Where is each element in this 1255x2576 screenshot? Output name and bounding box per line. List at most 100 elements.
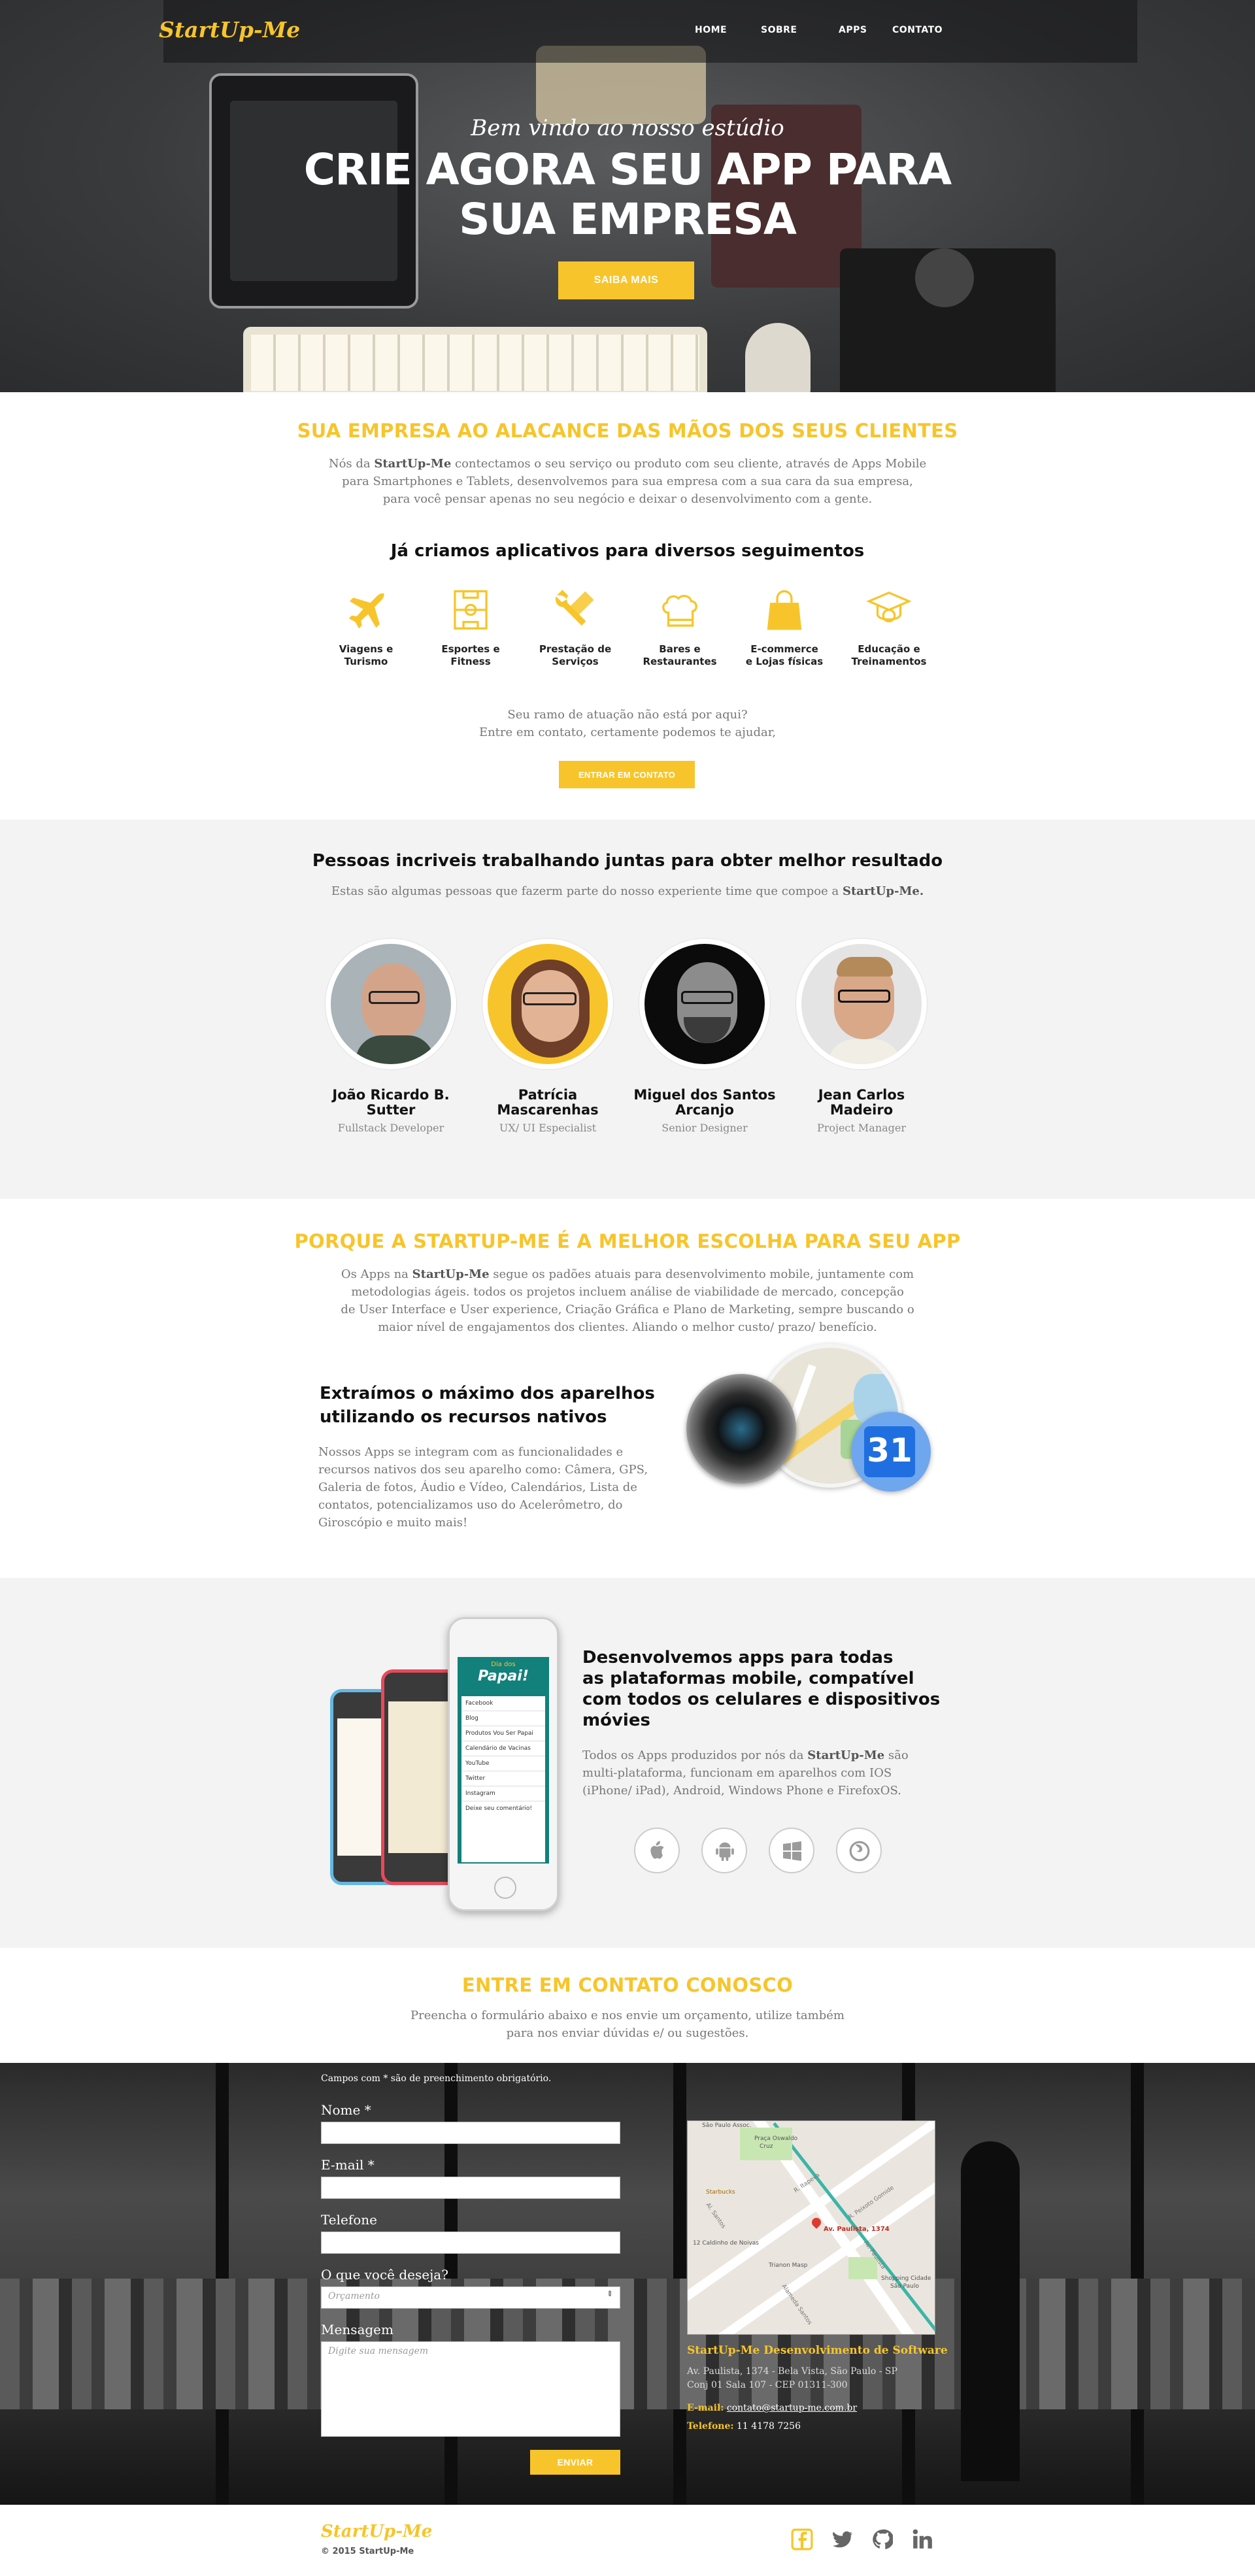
member-role: Project Manager: [816, 1122, 907, 1134]
nav-apps[interactable]: APPS: [839, 25, 867, 35]
member-name: Patrícia: [518, 1087, 578, 1103]
team-intro-brand: StartUp-Me.: [842, 884, 924, 898]
twitter-icon[interactable]: [831, 2528, 854, 2551]
team-intro-text: Estas são algumas pessoas que fazerm par…: [331, 884, 843, 898]
feature-title-line2: utilizando os recursos nativos: [320, 1407, 607, 1427]
platforms-brand: StartUp-Me: [807, 1748, 885, 1762]
entrar-em-contato-button[interactable]: ENTRAR EM CONTATO: [559, 761, 695, 788]
windows-icon[interactable]: [769, 1828, 814, 1873]
contact-email: E-mail: contato@startup-me.com.br: [687, 2403, 857, 2413]
team-member: Patrícia Mascarenhas UX/ UI Especialist: [476, 939, 620, 1134]
linkedin-icon[interactable]: [911, 2528, 933, 2551]
phone-menu-item: Deixe seu comentário!: [465, 1805, 533, 1812]
why-text-line3: de User Interface e User experience, Cri…: [341, 1303, 914, 1316]
segment-restaurants: Bares e Restaurantes: [631, 587, 729, 668]
team-member: João Ricardo B. Sutter Fullstack Develope…: [319, 939, 463, 1134]
phone-menu-item: Produtos Vou Ser Papai: [461, 1726, 545, 1741]
segment-label: Treinamentos: [851, 656, 927, 667]
footer-logo[interactable]: StartUp-Me: [321, 2522, 432, 2541]
footer: StartUp-Me © 2015 StartUp-Me: [0, 2505, 1255, 2573]
feature-text-line: Giroscópio e muito mais!: [318, 1516, 468, 1530]
map[interactable]: Av. Paulista, 1374 São Paulo Assoc. Praç…: [687, 2120, 935, 2335]
github-icon[interactable]: [871, 2528, 893, 2551]
segment-label: Serviços: [552, 656, 599, 667]
map-place: Al. Santos: [704, 2201, 727, 2230]
avatar: [796, 939, 927, 1069]
platforms-title-line: móvies: [582, 1711, 650, 1730]
why-text-post: segue os padões atuais para desenvolvime…: [489, 1267, 914, 1281]
phone-title: Papai!: [478, 1668, 529, 1684]
segment-sports: Esportes e Fitness: [422, 587, 520, 668]
chef-hat-icon: [662, 595, 697, 627]
tools-icon: [555, 590, 594, 626]
logo[interactable]: StartUp-Me: [159, 17, 300, 42]
why-text: Os Apps na StartUp-Me segue os padões at…: [0, 1265, 1255, 1336]
phone-number: 11 4178 7256: [737, 2421, 801, 2432]
member-name: Arcanjo: [675, 1102, 734, 1118]
phone-menu-item: YouTube: [461, 1756, 545, 1771]
firefox-icon[interactable]: [836, 1828, 882, 1873]
map-place: Trianon Masp: [769, 2262, 808, 2269]
calendar-icon: 31: [851, 1412, 931, 1492]
member-role: UX/ UI Especialist: [499, 1122, 597, 1134]
email-input[interactable]: [321, 2177, 620, 2199]
segment-ecommerce: E-commerce e Lojas físicas: [735, 587, 833, 668]
team-member: Jean Carlos Madeiro Project Manager: [790, 939, 933, 1134]
silhouette: [961, 2141, 1020, 2481]
name-input[interactable]: [321, 2122, 620, 2144]
facebook-icon[interactable]: [791, 2528, 813, 2551]
top-nav: [163, 0, 1137, 63]
member-name: João Ricardo B.: [332, 1087, 450, 1103]
keyboard-image: [243, 327, 707, 392]
team-intro: Estas são algumas pessoas que fazerm par…: [0, 882, 1255, 900]
segment-label: Bares e: [659, 643, 701, 655]
saiba-mais-button[interactable]: SAIBA MAIS: [558, 261, 694, 299]
contact-title: ENTRE EM CONTATO CONOSCO: [461, 1974, 794, 1996]
phone-small-title: Dia dos: [491, 1661, 516, 1668]
sports-field-icon: [454, 590, 488, 630]
map-place: São Paulo Assoc.: [702, 2122, 752, 2129]
home-button-icon: [494, 1877, 516, 1899]
cta-text-line1: Seu ramo de atuação não está por aqui?: [507, 708, 748, 722]
calendar-day: 31: [867, 1431, 912, 1469]
avatar: [639, 939, 770, 1069]
camera-image: [915, 248, 974, 307]
message-textarea[interactable]: Digite sua mensagem: [321, 2341, 620, 2437]
why-brand: StartUp-Me: [412, 1267, 490, 1281]
copyright: © 2015 StartUp-Me: [321, 2547, 414, 2556]
map-place: Shopping Cidade: [881, 2275, 931, 2282]
phone-input[interactable]: [321, 2232, 620, 2254]
segment-label: E-commerce: [750, 643, 818, 655]
name-label: Nome *: [321, 2102, 371, 2118]
map-place: Cruz: [760, 2143, 773, 2150]
member-role: Fullstack Developer: [337, 1122, 444, 1134]
contact-intro-section: ENTRE EM CONTATO CONOSCO Preencha o form…: [0, 1948, 1255, 2063]
hero-title-line1: CRIE AGORA SEU APP PARA: [303, 144, 952, 195]
required-note: Campos com * são de preenchimento obriga…: [321, 2073, 552, 2084]
team-section: Pessoas incriveis trabalhando juntas par…: [0, 820, 1255, 1199]
nav-contato[interactable]: CONTATO: [892, 25, 943, 35]
want-select[interactable]: Orçamento ⇕: [321, 2286, 620, 2309]
cta-text: Seu ramo de atuação não está por aqui? E…: [0, 706, 1255, 741]
member-name: Miguel dos Santos: [633, 1087, 776, 1103]
about-text: Nós da StartUp-Me contectamos o seu serv…: [0, 455, 1255, 508]
nav-sobre[interactable]: SOBRE: [761, 25, 797, 35]
feature-text: Nossos Apps se integram com as funcional…: [318, 1443, 648, 1531]
send-button[interactable]: ENVIAR: [530, 2450, 620, 2475]
map-place: São Paulo: [890, 2283, 919, 2290]
member-name: Jean Carlos: [818, 1087, 905, 1103]
platforms-title-line: com todos os celulares e dispositivos: [582, 1690, 941, 1709]
why-text-pre: Os Apps na: [341, 1267, 412, 1281]
nav-home[interactable]: HOME: [695, 25, 727, 35]
segment-label: Restaurantes: [643, 656, 717, 667]
email-link[interactable]: contato@startup-me.com.br: [727, 2403, 857, 2413]
about-text-line3: para você pensar apenas no seu negócio e…: [382, 492, 873, 506]
contact-section: Campos com * são de preenchimento obriga…: [0, 2063, 1255, 2505]
feature-text-line: Galeria de fotos, Áudio e Vídeo, Calendá…: [318, 1480, 637, 1494]
skyline: [0, 2279, 1255, 2409]
message-placeholder: Digite sua mensagem: [328, 2346, 429, 2356]
why-title: PORQUE A STARTUP-ME É A MELHOR ESCOLHA P…: [294, 1230, 961, 1252]
android-icon[interactable]: [701, 1828, 747, 1873]
apple-icon[interactable]: [634, 1828, 680, 1873]
segment-travel: Viagens e Turismo: [317, 587, 415, 668]
